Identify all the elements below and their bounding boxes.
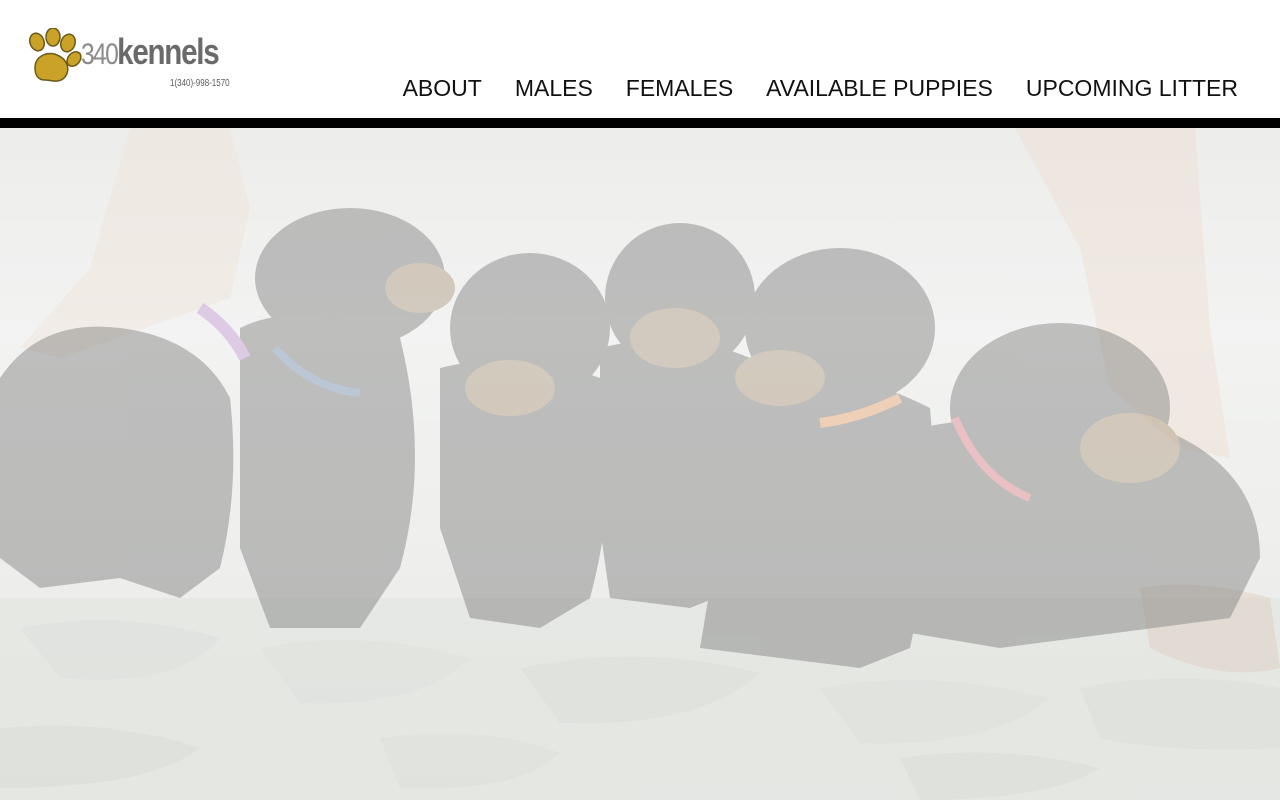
puppies-photo bbox=[0, 128, 1280, 800]
site-logo[interactable]: 340kennels 1(340)-998-1570 bbox=[25, 28, 230, 92]
logo-number: 340 bbox=[81, 38, 119, 71]
hero-image bbox=[0, 128, 1280, 800]
nav-item-available-puppies[interactable]: AVAILABLE PUPPIES bbox=[766, 74, 993, 102]
logo-word-text: kennels bbox=[117, 31, 220, 72]
paw-icon bbox=[28, 28, 82, 82]
nav-item-females[interactable]: FEMALES bbox=[626, 74, 733, 102]
nav-item-about[interactable]: ABOUT bbox=[403, 74, 482, 102]
nav-item-males[interactable]: MALES bbox=[515, 74, 593, 102]
site-header: 340kennels 1(340)-998-1570 ABOUT MALES F… bbox=[0, 0, 1280, 118]
main-nav: ABOUT MALES FEMALES AVAILABLE PUPPIES UP… bbox=[403, 74, 1238, 102]
header-divider bbox=[0, 118, 1280, 128]
nav-item-upcoming-litter[interactable]: UPCOMING LITTER bbox=[1026, 74, 1238, 102]
logo-wordmark: 340kennels bbox=[81, 31, 220, 73]
logo-phone: 1(340)-998-1570 bbox=[170, 78, 230, 89]
